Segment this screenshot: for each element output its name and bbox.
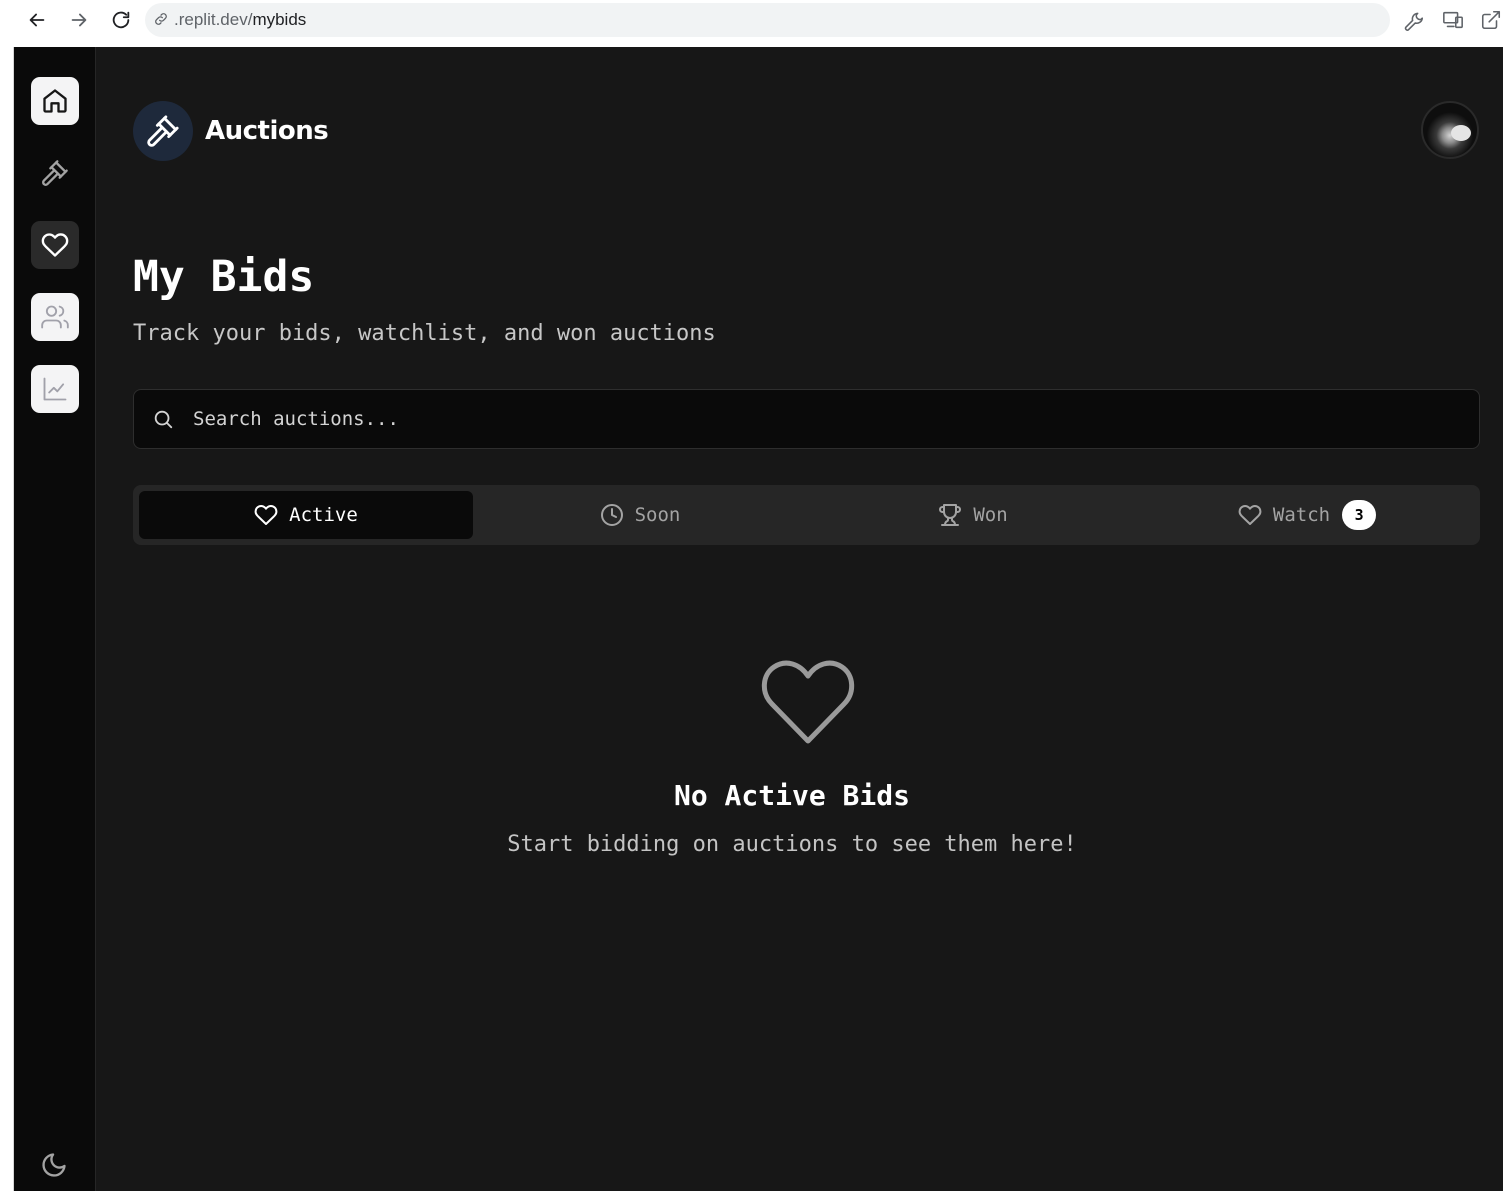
address-bar[interactable]: .replit.dev/mybids — [145, 3, 1390, 37]
tab-label: Watch — [1272, 504, 1331, 526]
open-new-tab-button[interactable] — [1478, 7, 1503, 33]
devtools-button[interactable] — [1401, 7, 1427, 33]
search-icon — [154, 410, 173, 429]
app-root: Auctions My Bids Track your bids, watchl… — [14, 47, 1503, 1191]
brand-logo — [133, 101, 193, 161]
reload-button[interactable] — [107, 6, 135, 34]
home-icon — [43, 89, 67, 113]
brand[interactable]: Auctions — [133, 101, 329, 161]
external-link-icon — [1481, 10, 1501, 30]
tab-label: Won — [973, 504, 1008, 526]
back-button[interactable] — [23, 6, 51, 34]
moon-icon — [42, 1153, 66, 1177]
heart-icon — [254, 505, 278, 525]
page-subtitle: Track your bids, watchlist, and won auct… — [133, 321, 716, 346]
tab-watch[interactable]: Watch 3 — [1140, 491, 1474, 539]
brand-name: Auctions — [205, 116, 329, 146]
tab-won[interactable]: Won — [806, 491, 1140, 539]
page-title: My Bids — [133, 252, 315, 302]
tab-soon[interactable]: Soon — [473, 491, 807, 539]
trophy-icon — [939, 504, 962, 526]
empty-state-heart-icon — [760, 657, 856, 747]
arrow-left-icon — [29, 13, 45, 27]
gavel-icon — [42, 160, 68, 186]
tab-label: Active — [289, 504, 358, 526]
reload-icon — [112, 11, 130, 29]
users-icon — [41, 305, 69, 329]
theme-toggle-button[interactable] — [40, 1151, 70, 1181]
sidebar-item-auctions[interactable] — [31, 149, 79, 197]
browser-toolbar: .replit.dev/mybids — [0, 0, 1503, 47]
empty-state-message: Start bidding on auctions to see them he… — [507, 832, 1077, 857]
url-host: .replit.dev/ — [174, 10, 253, 29]
heart-icon — [41, 233, 69, 257]
empty-state-title: No Active Bids — [673, 779, 910, 812]
clock-icon — [600, 504, 623, 526]
user-avatar[interactable] — [1421, 101, 1479, 159]
sidebar-item-home[interactable] — [31, 77, 79, 125]
arrow-right-icon — [71, 13, 87, 27]
sidebar-item-my-bids[interactable] — [31, 221, 79, 269]
search-bar — [133, 389, 1480, 449]
sidebar-item-users[interactable] — [31, 293, 79, 341]
url-text: .replit.dev/mybids — [174, 10, 306, 30]
search-input[interactable] — [193, 408, 1433, 430]
sidebar-item-analytics[interactable] — [31, 365, 79, 413]
wrench-icon — [1404, 12, 1424, 31]
forward-button[interactable] — [65, 6, 93, 34]
window-edge — [0, 47, 14, 1191]
chart-icon — [43, 377, 67, 401]
tab-label: Soon — [634, 504, 681, 526]
url-path: mybids — [252, 10, 307, 29]
tab-active[interactable]: Active — [139, 491, 473, 539]
devices-icon — [1443, 11, 1463, 29]
sidebar — [14, 47, 96, 1191]
heart-icon — [1238, 505, 1262, 525]
watch-count-badge: 3 — [1342, 500, 1377, 530]
gavel-icon — [147, 115, 179, 147]
link-icon — [153, 11, 171, 29]
bid-tabs: Active Soon Won Watch 3 — [133, 485, 1480, 545]
device-toggle-button[interactable] — [1440, 7, 1466, 33]
